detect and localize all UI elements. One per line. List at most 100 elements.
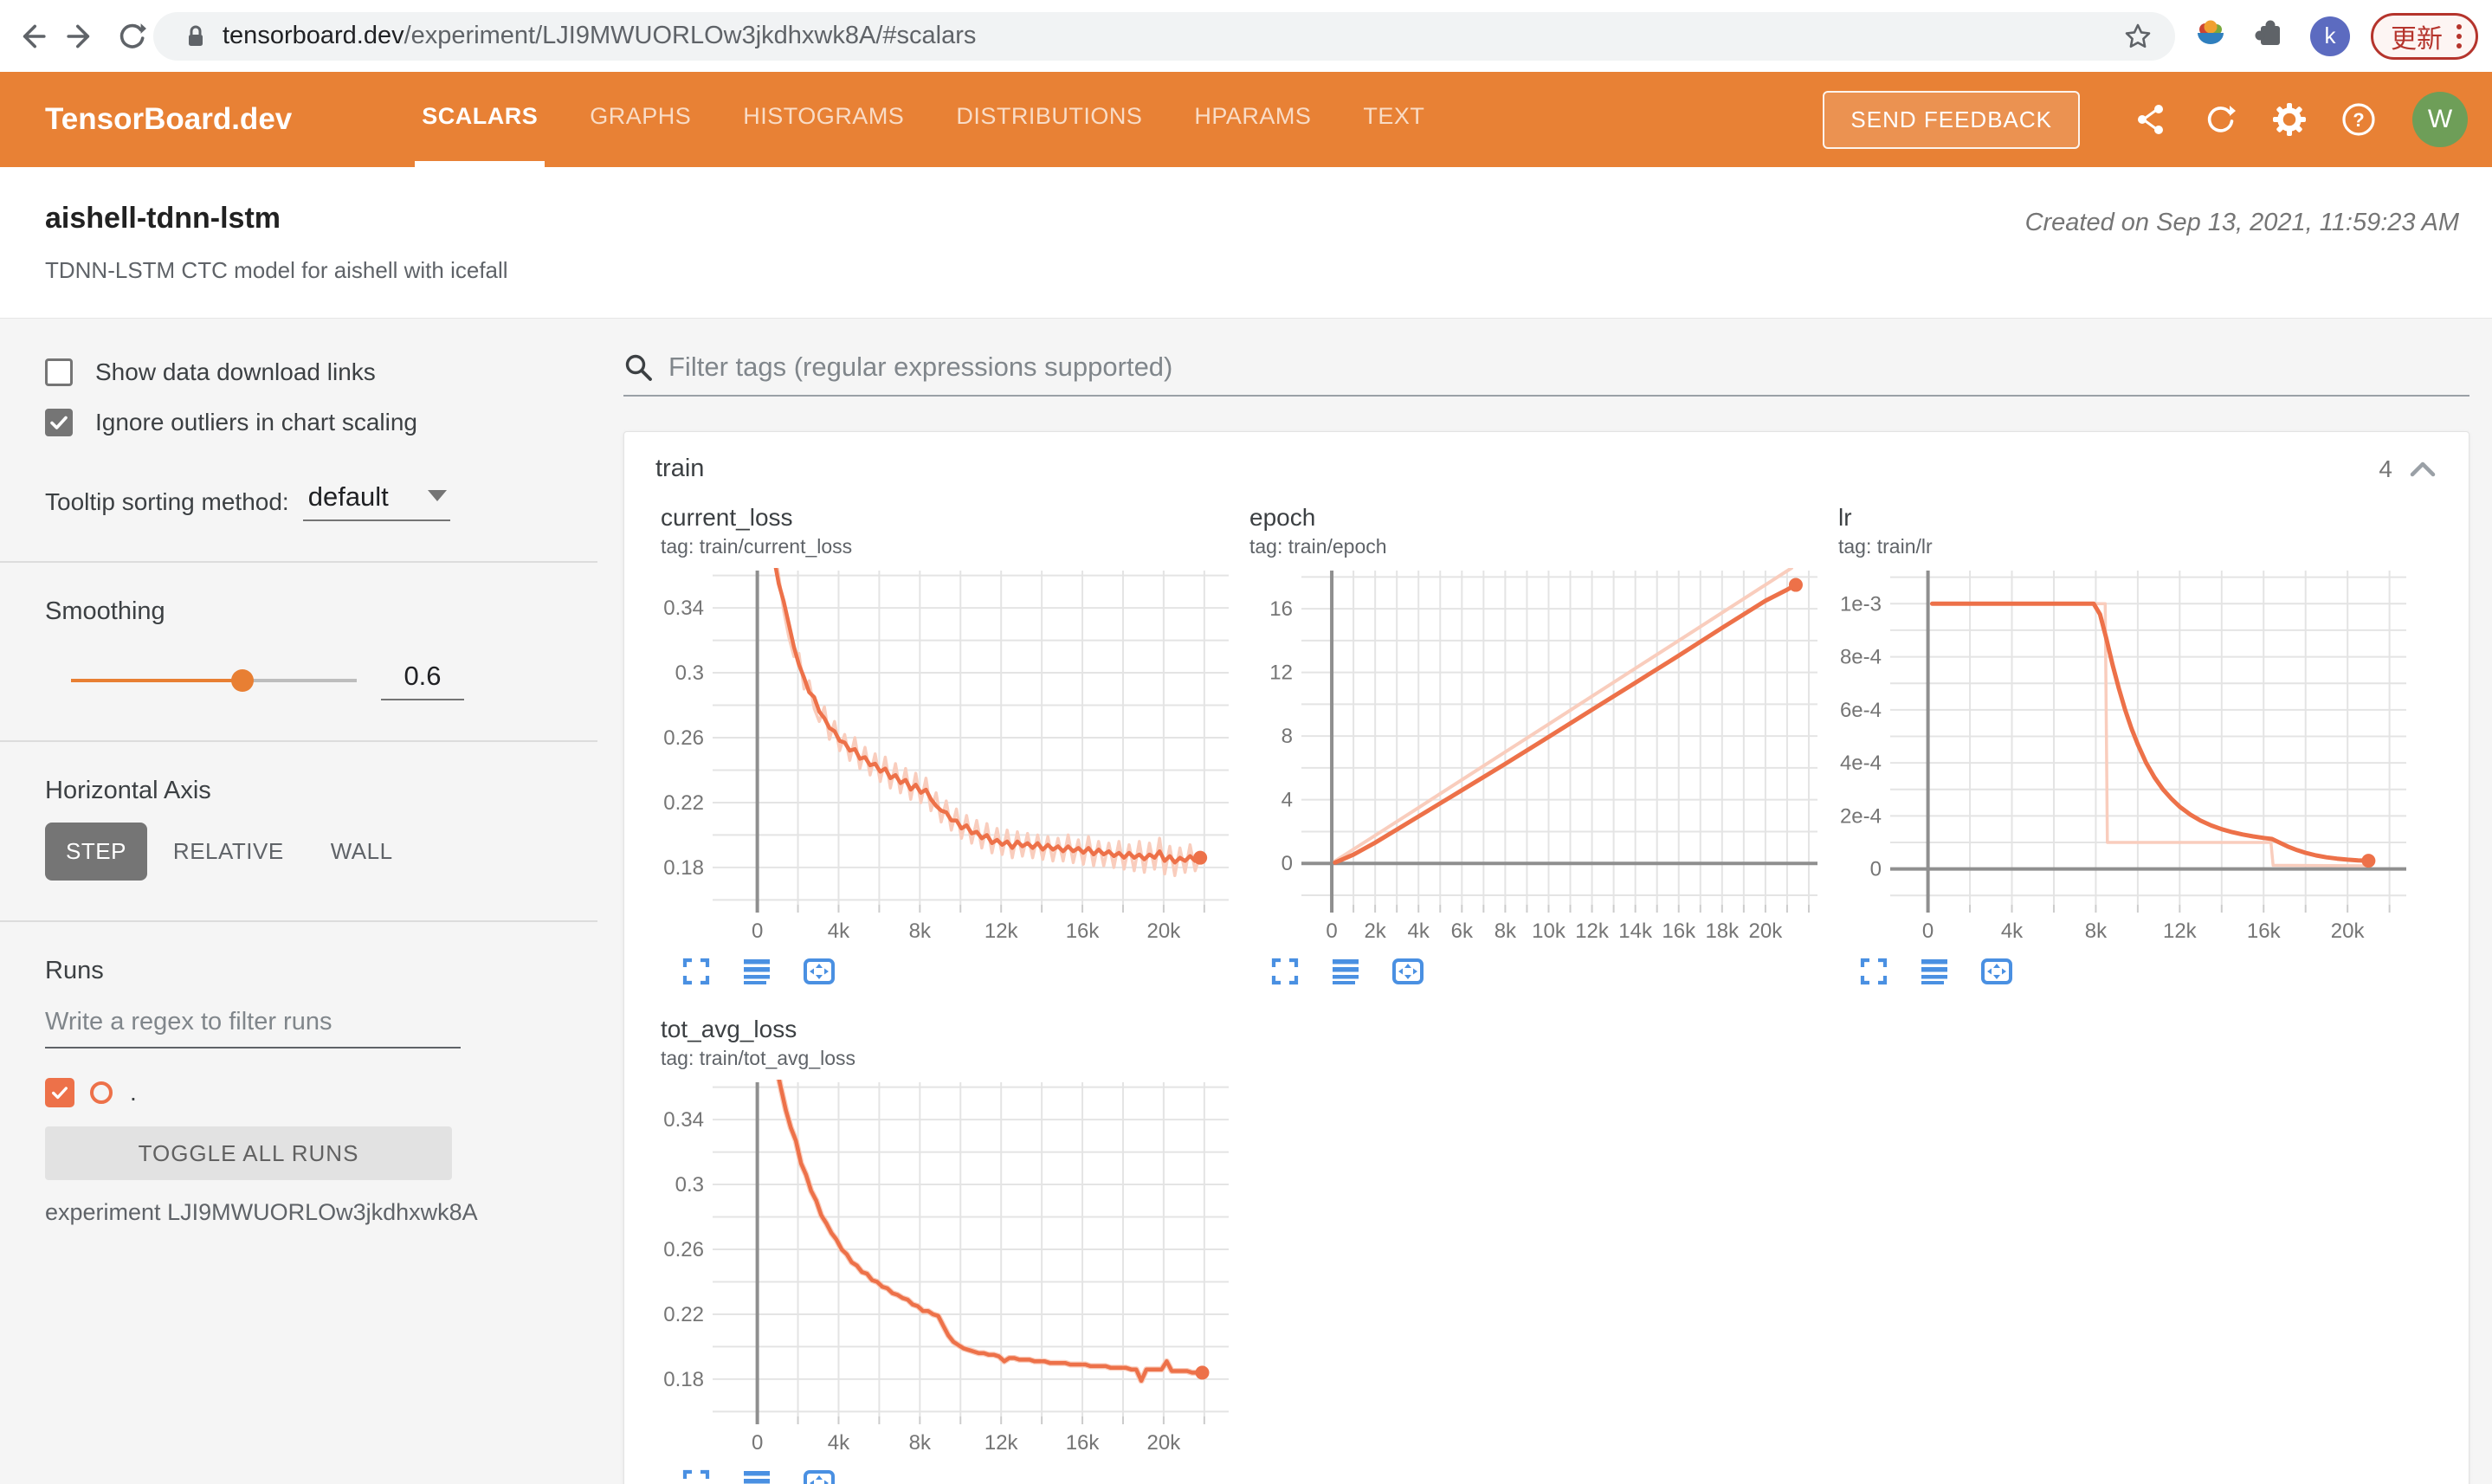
svg-text:4k: 4k — [1408, 919, 1430, 943]
extension-fruit-icon[interactable] — [2192, 16, 2229, 56]
horizontal-bars-icon[interactable] — [742, 957, 771, 986]
chevron-up-icon[interactable] — [2408, 458, 2437, 481]
run-color-swatch-icon — [90, 1081, 113, 1104]
train-section-card: train 4 current_loss tag: train/current_l… — [623, 431, 2469, 1484]
show-download-links-checkbox[interactable]: Show data download links — [45, 358, 571, 386]
settings-gear-icon[interactable] — [2269, 99, 2310, 140]
app-header: TensorBoard.dev SCALARS GRAPHS HISTOGRAM… — [0, 72, 2492, 167]
train-section-header[interactable]: train 4 — [624, 432, 2469, 492]
chart-toolbar — [661, 1468, 1234, 1484]
smoothing-slider[interactable] — [71, 669, 357, 692]
slider-knob[interactable] — [231, 669, 254, 692]
tooltip-sorting-select[interactable]: default — [302, 481, 450, 521]
chart-plot[interactable]: 0 4k 8k 12k 16k 20k 0 2e-4 4e-4 6e-4 8e-4 1e-3 — [1838, 565, 2411, 955]
forward-icon[interactable] — [62, 17, 100, 55]
svg-text:4: 4 — [1282, 789, 1293, 812]
tab-graphs[interactable]: GRAPHS — [583, 72, 698, 167]
section-title: train — [655, 455, 705, 482]
chart-tag: tag: train/tot_avg_loss — [661, 1047, 856, 1069]
chart-plot[interactable]: 0 2k 4k 6k 8k 10k 12k 14k 16k 18k 20k 0 4 8 12 16 — [1249, 565, 1823, 955]
divider — [0, 561, 597, 563]
tab-text[interactable]: TEXT — [1356, 72, 1431, 167]
fit-domain-icon[interactable] — [803, 957, 836, 986]
svg-text:20k: 20k — [1749, 919, 1784, 943]
send-feedback-button[interactable]: SEND FEEDBACK — [1823, 90, 2080, 149]
svg-text:20k: 20k — [1147, 919, 1182, 943]
horizontal-axis-label: Horizontal Axis — [45, 777, 211, 804]
svg-text:20k: 20k — [1147, 1431, 1182, 1455]
horizontal-bars-icon[interactable] — [1331, 957, 1360, 986]
url-bar[interactable]: tensorboard.dev/experiment/LJI9MWUORLOw3… — [153, 11, 2175, 61]
refresh-icon[interactable] — [2199, 99, 2241, 140]
fit-domain-icon[interactable] — [1980, 957, 2013, 986]
horizontal-bars-icon[interactable] — [742, 1468, 771, 1484]
svg-text:8: 8 — [1282, 725, 1293, 748]
svg-text:8k: 8k — [909, 919, 932, 943]
experiment-subtitle: TDNN-LSTM CTC model for aishell with ice… — [45, 257, 508, 283]
account-avatar[interactable]: W — [2412, 92, 2468, 147]
svg-text:12k: 12k — [985, 919, 1019, 943]
svg-text:0.18: 0.18 — [663, 1368, 704, 1391]
axis-step-button[interactable]: STEP — [45, 823, 147, 881]
fullscreen-icon[interactable] — [1859, 957, 1888, 986]
fit-domain-icon[interactable] — [803, 1468, 836, 1484]
chart-plot[interactable]: 0 4k 8k 12k 16k 20k 0.18 0.22 0.26 0.3 0.34 — [661, 565, 1234, 955]
horizontal-bars-icon[interactable] — [1920, 957, 1949, 986]
axis-relative-button[interactable]: RELATIVE — [152, 823, 305, 881]
help-icon[interactable]: ? — [2338, 99, 2379, 140]
runs-filter-input[interactable] — [45, 1008, 461, 1036]
svg-text:12: 12 — [1269, 661, 1293, 685]
fullscreen-icon[interactable] — [681, 1468, 711, 1484]
browser-toolbar: tensorboard.dev/experiment/LJI9MWUORLOw3… — [0, 0, 2492, 72]
chrome-update-menu[interactable]: 更新 — [2371, 12, 2478, 60]
chart-tag: tag: train/epoch — [1249, 535, 1387, 558]
svg-text:0.34: 0.34 — [663, 597, 704, 620]
svg-text:1e-3: 1e-3 — [1840, 592, 1882, 616]
svg-text:8k: 8k — [1495, 919, 1517, 943]
tab-distributions[interactable]: DISTRIBUTIONS — [949, 72, 1149, 167]
bookmark-star-icon[interactable] — [2123, 22, 2153, 51]
svg-text:16: 16 — [1269, 597, 1293, 621]
ignore-outliers-checkbox[interactable]: Ignore outliers in chart scaling — [45, 409, 571, 436]
svg-text:2e-4: 2e-4 — [1840, 804, 1882, 828]
fullscreen-icon[interactable] — [1270, 957, 1300, 986]
browser-profile-avatar[interactable]: k — [2310, 16, 2350, 56]
fullscreen-icon[interactable] — [681, 957, 711, 986]
tab-scalars[interactable]: SCALARS — [415, 72, 546, 167]
svg-text:10k: 10k — [1532, 919, 1566, 943]
divider — [0, 920, 597, 922]
svg-text:16k: 16k — [1066, 919, 1101, 943]
extensions-puzzle-icon[interactable] — [2251, 16, 2286, 55]
svg-text:18k: 18k — [1705, 919, 1740, 943]
smoothing-value[interactable]: 0.6 — [381, 661, 464, 700]
svg-text:0: 0 — [752, 1431, 763, 1455]
chart-plot[interactable]: 0 4k 8k 12k 16k 20k 0.18 0.22 0.26 0.3 0.34 — [661, 1077, 1234, 1467]
axis-wall-button[interactable]: WALL — [310, 823, 414, 881]
svg-text:4k: 4k — [828, 1431, 850, 1455]
experiment-header: aishell-tdnn-lstm TDNN-LSTM CTC model fo… — [0, 167, 2492, 319]
reload-icon[interactable] — [113, 17, 151, 55]
svg-text:0.3: 0.3 — [675, 661, 704, 685]
run-name: . — [130, 1079, 137, 1106]
run-checkbox-icon[interactable] — [45, 1078, 74, 1107]
svg-text:0: 0 — [1922, 919, 1934, 943]
run-list-item[interactable]: . — [45, 1078, 571, 1107]
settings-sidebar: Show data download links Ignore outliers… — [0, 319, 597, 1484]
chart-tag: tag: train/current_loss — [661, 535, 853, 558]
tag-filter-input[interactable] — [668, 352, 2469, 383]
chart-card-tot_avg_loss: tot_avg_loss tag: train/tot_avg_loss 0 4k 8… — [661, 1016, 1234, 1484]
svg-text:12k: 12k — [1575, 919, 1610, 943]
back-icon[interactable] — [12, 17, 50, 55]
tab-hparams[interactable]: HPARAMS — [1187, 72, 1318, 167]
fit-domain-icon[interactable] — [1391, 957, 1424, 986]
chart-title: epoch — [1249, 504, 1316, 531]
share-icon[interactable] — [2130, 99, 2172, 140]
toggle-all-runs-button[interactable]: TOGGLE ALL RUNS — [45, 1126, 452, 1180]
runs-label: Runs — [45, 957, 104, 984]
update-label: 更新 — [2391, 24, 2443, 54]
chart-tag: tag: train/lr — [1838, 535, 1933, 558]
horizontal-axis-buttons: STEP RELATIVE WALL — [45, 823, 571, 881]
tab-histograms[interactable]: HISTOGRAMS — [736, 72, 911, 167]
svg-text:0: 0 — [1870, 858, 1882, 881]
chart-title: lr — [1838, 504, 1852, 531]
